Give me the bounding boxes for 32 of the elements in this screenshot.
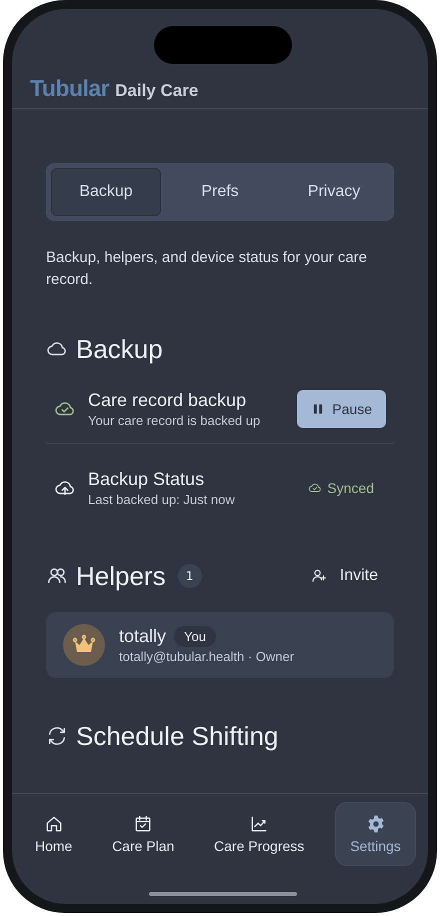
tab[interactable]: Backup [51, 168, 161, 216]
chart-icon [249, 814, 270, 834]
app-title: Daily Care [115, 81, 198, 101]
section-title: Backup [76, 334, 163, 364]
nav-item[interactable]: Care Plan [103, 802, 184, 866]
home-indicator[interactable] [149, 892, 297, 896]
member-name: totally [119, 626, 166, 647]
member-detail: totally@tubular.health · Owner [119, 649, 296, 664]
brand-logo: Tubular [30, 75, 110, 102]
description-text: Backup, helpers, and device status for your care record. [46, 248, 368, 290]
gear-icon [366, 814, 386, 834]
section-title: Schedule Shifting [76, 720, 278, 752]
cloud-check-icon [308, 481, 322, 495]
home-icon [44, 814, 64, 834]
row-title: Care record backup [88, 390, 248, 411]
you-badge: You [174, 626, 216, 647]
tab[interactable]: Privacy [279, 168, 389, 216]
tab[interactable]: Prefs [165, 168, 275, 216]
refresh-icon [46, 725, 68, 747]
section-title: Helpers [76, 560, 166, 592]
nav-item[interactable]: Home [26, 802, 82, 866]
pause-button[interactable]: Pause [297, 390, 386, 428]
row-subtitle: Last backed up: Just now [88, 492, 236, 507]
nav-item[interactable]: Settings [335, 802, 416, 866]
nav-item[interactable]: Care Progress [205, 802, 314, 866]
row-subtitle: Your care record is backed up [88, 413, 262, 428]
row-title: Backup Status [88, 469, 206, 490]
add-person-icon [310, 567, 328, 585]
invite-button[interactable]: Invite [302, 561, 394, 591]
count-badge: 1 [178, 564, 202, 588]
calendar-check-icon [133, 814, 154, 834]
status-label: Synced [327, 480, 374, 496]
